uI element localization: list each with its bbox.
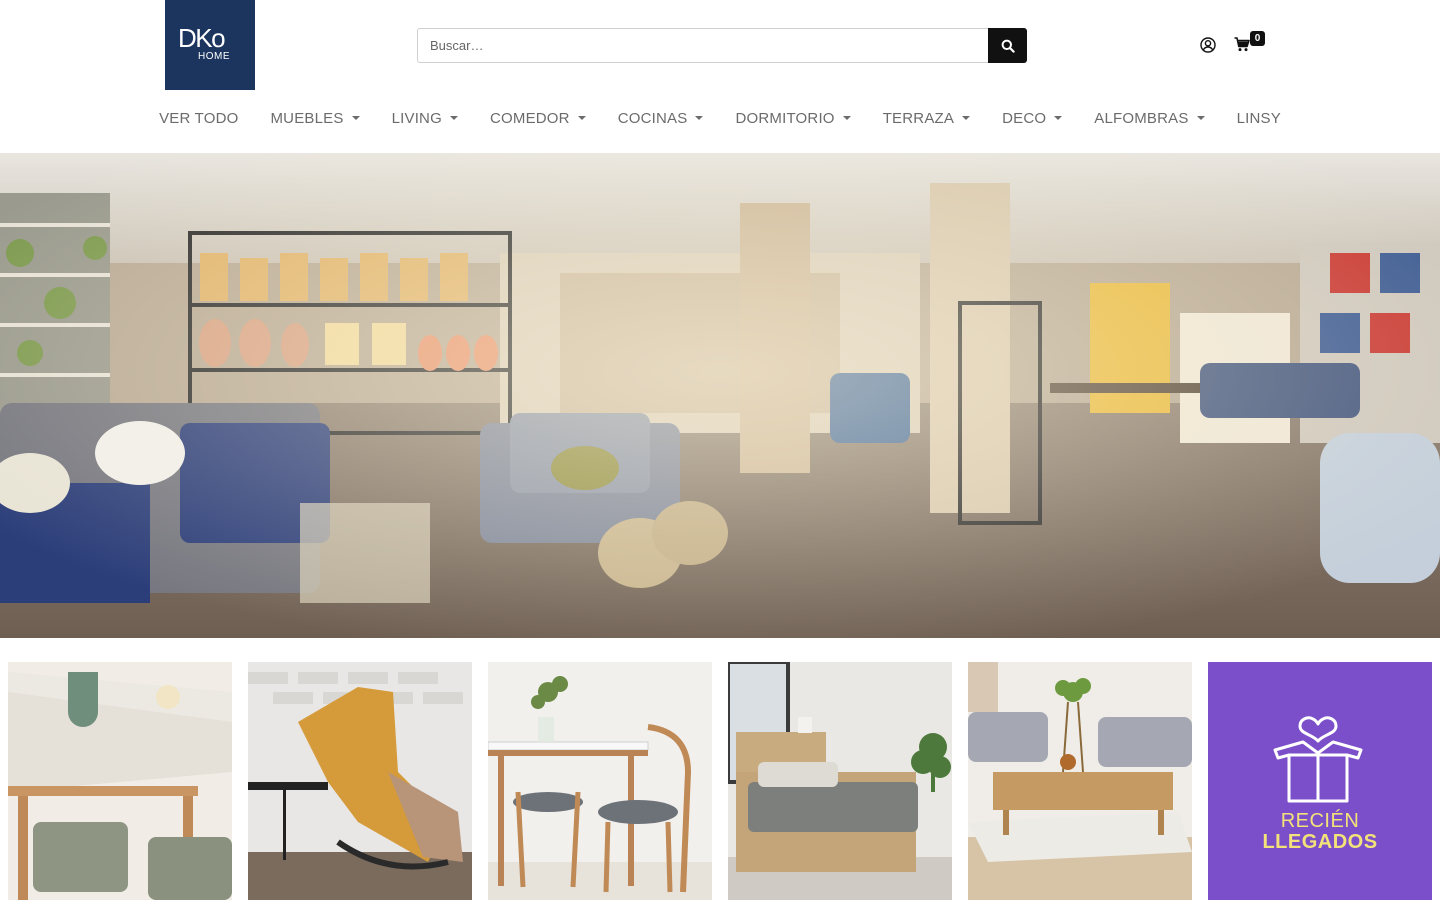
caret-down-icon [449, 116, 458, 120]
shopping-cart-icon [1234, 37, 1250, 52]
caret-down-icon [695, 116, 704, 120]
nav-item-muebles[interactable]: MUEBLES [254, 110, 375, 127]
site-header: DKo HOME 0 VER TODO MUEBLES LIVING COMED… [0, 0, 1440, 153]
tile-lounge-chair[interactable] [248, 662, 472, 900]
gift-box-heart-icon [1273, 716, 1363, 803]
caret-down-icon [842, 116, 851, 120]
bed-photo [728, 662, 952, 900]
tile-dining-table[interactable] [8, 662, 232, 900]
caret-down-icon [577, 116, 586, 120]
caret-down-icon [1054, 116, 1063, 120]
nav-item-deco[interactable]: DECO [986, 110, 1078, 127]
hero-banner[interactable] [0, 153, 1440, 638]
brand-logo[interactable]: DKo HOME [165, 0, 255, 90]
living-room-coffee-table-photo [968, 662, 1192, 900]
search-bar [417, 28, 1027, 63]
search-input[interactable] [417, 28, 989, 63]
nav-item-living[interactable]: LIVING [376, 110, 474, 127]
caret-down-icon [962, 116, 971, 120]
store-interior-photo [0, 153, 1440, 638]
tile-recien-llegados[interactable]: RECIÉN LLEGADOS [1208, 662, 1432, 900]
dining-table-chairs-photo [8, 662, 232, 900]
cart-button[interactable]: 0 [1234, 31, 1268, 55]
tile-label-line1: RECIÉN [1280, 810, 1360, 832]
search-icon [1001, 39, 1015, 53]
tile-dining-set[interactable] [488, 662, 712, 900]
cart-count-badge: 0 [1250, 31, 1265, 46]
nav-item-cocinas[interactable]: COCINAS [602, 110, 720, 127]
tile-label-line2: LLEGADOS [1262, 831, 1378, 853]
main-nav: VER TODO MUEBLES LIVING COMEDOR COCINAS … [0, 98, 1440, 138]
category-tiles: RECIÉN LLEGADOS [8, 662, 1432, 900]
dining-set-photo [488, 662, 712, 900]
user-circle-icon[interactable] [1200, 37, 1216, 53]
search-button[interactable] [988, 28, 1027, 63]
caret-down-icon [351, 116, 360, 120]
nav-item-ver-todo[interactable]: VER TODO [143, 110, 254, 127]
logo-text-sub: HOME [198, 51, 230, 62]
nav-item-dormitorio[interactable]: DORMITORIO [719, 110, 866, 127]
nav-item-terraza[interactable]: TERRAZA [867, 110, 986, 127]
nav-item-linsy[interactable]: LINSY [1221, 110, 1297, 127]
yellow-lounge-chair-photo [248, 662, 472, 900]
nav-item-alfombras[interactable]: ALFOMBRAS [1078, 110, 1220, 127]
logo-text-main: DKo [178, 23, 226, 53]
nav-item-comedor[interactable]: COMEDOR [474, 110, 602, 127]
tile-living-room[interactable] [968, 662, 1192, 900]
tile-bed[interactable] [728, 662, 952, 900]
caret-down-icon [1196, 116, 1205, 120]
